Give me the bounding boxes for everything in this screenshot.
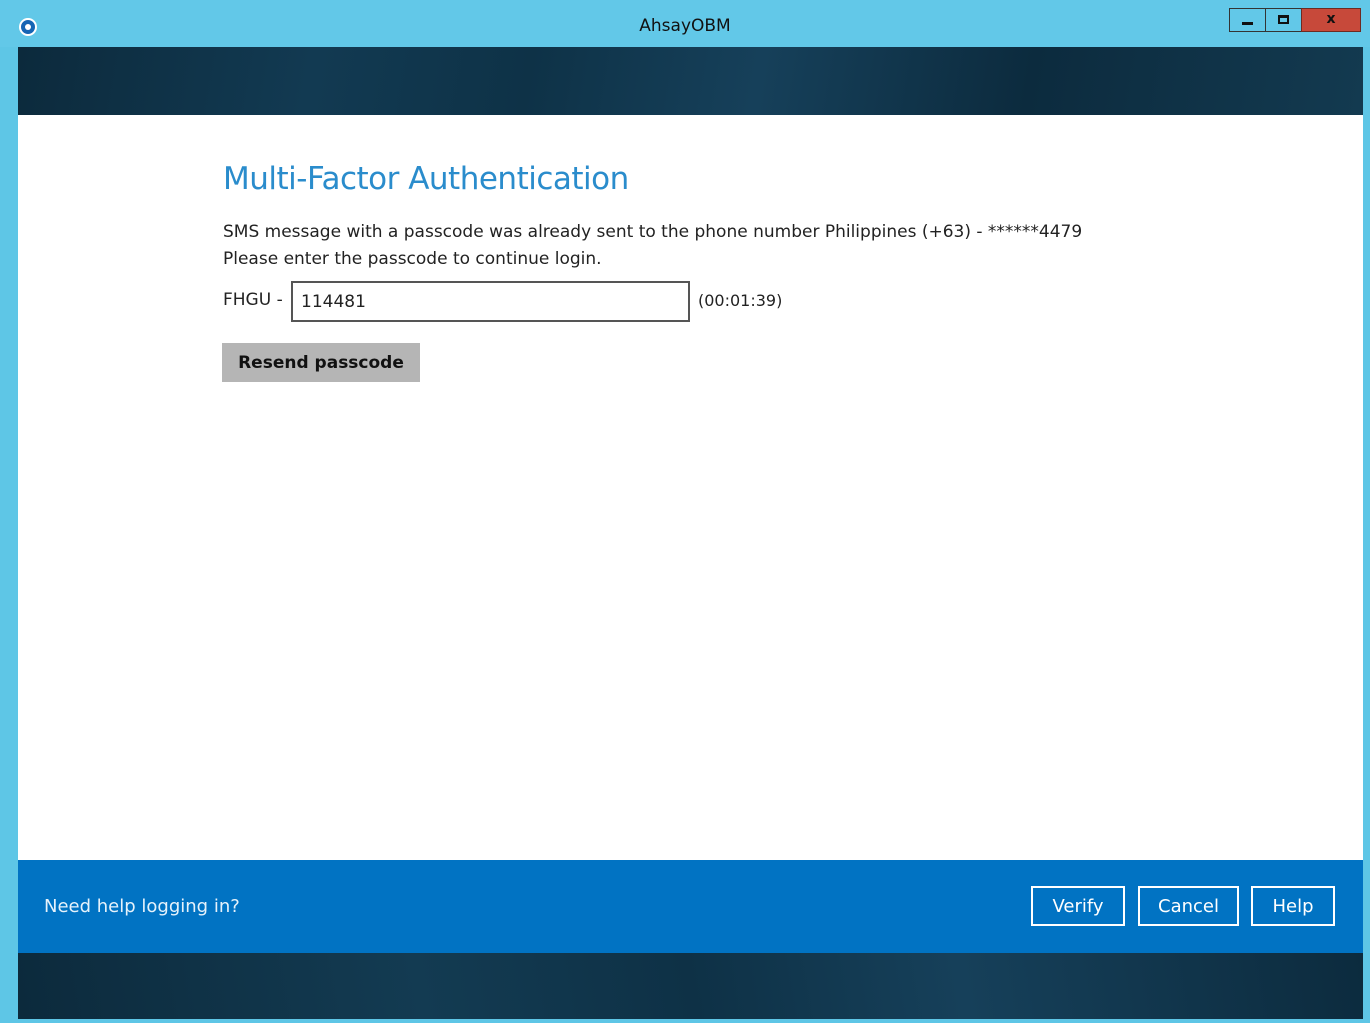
sms-sent-message: SMS message with a passcode was already … (223, 222, 1083, 242)
page-title: Multi-Factor Authentication (223, 161, 629, 197)
maximize-button[interactable] (1265, 8, 1302, 32)
title-bar: AhsayOBM x (0, 0, 1370, 47)
passcode-prefix: FHGU - (223, 290, 283, 310)
bottom-banner (18, 953, 1363, 1019)
footer-bar: Need help logging in? Verify Cancel Help (18, 860, 1363, 953)
mfa-panel: Multi-Factor Authentication SMS message … (18, 115, 1363, 860)
passcode-input[interactable] (291, 281, 690, 322)
minimize-icon (1242, 22, 1253, 25)
cancel-button[interactable]: Cancel (1138, 886, 1239, 926)
close-icon: x (1326, 11, 1336, 27)
verify-button[interactable]: Verify (1031, 886, 1125, 926)
app-window: Multi-Factor Authentication SMS message … (18, 47, 1363, 1019)
help-button[interactable]: Help (1251, 886, 1335, 926)
resend-passcode-button[interactable]: Resend passcode (222, 343, 420, 382)
close-button[interactable]: x (1301, 8, 1361, 32)
maximize-icon (1278, 15, 1289, 24)
minimize-button[interactable] (1229, 8, 1266, 32)
passcode-timer: (00:01:39) (698, 291, 783, 310)
enter-passcode-instruction: Please enter the passcode to continue lo… (223, 249, 602, 269)
window-title: AhsayOBM (639, 16, 731, 36)
header-banner (18, 47, 1363, 115)
need-help-link[interactable]: Need help logging in? (44, 896, 240, 917)
